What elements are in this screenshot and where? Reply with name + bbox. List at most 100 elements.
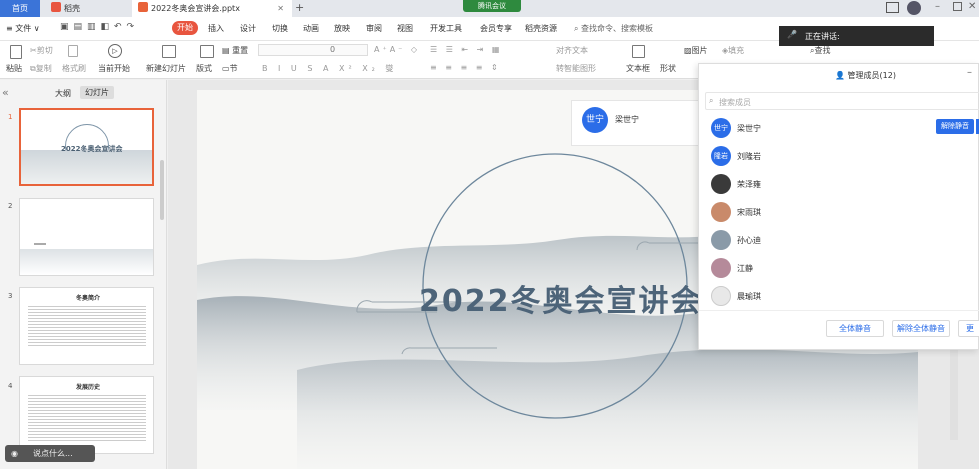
- slide-number: 3: [8, 292, 13, 300]
- layout-button[interactable]: 版式: [196, 63, 212, 74]
- tab-document[interactable]: 2022冬奥会宣讲会.pptx ✕: [132, 0, 292, 17]
- menu-file[interactable]: ≡ 文件 ∨: [6, 23, 40, 34]
- smart-shape-button[interactable]: 转智能图形: [556, 63, 596, 74]
- panel-scrollbar[interactable]: [160, 160, 164, 220]
- member-panel: 👤 管理成员(12) – ⌕ 搜索成员 世宁 梁世宁 解除静音 隆岩 刘隆岩 荣…: [698, 63, 979, 350]
- section-button[interactable]: ▭节: [222, 63, 238, 74]
- slide-number: 2: [8, 202, 13, 210]
- member-name: 梁世宁: [737, 124, 761, 133]
- avatar[interactable]: [907, 1, 921, 15]
- menu-insert[interactable]: 插入: [208, 23, 224, 34]
- layout-slide-icon[interactable]: [200, 45, 214, 58]
- ppt-icon: [138, 2, 148, 12]
- font-size-icons[interactable]: A⁺A⁻ ◇: [374, 45, 420, 54]
- member-search-input[interactable]: ⌕ 搜索成员: [705, 92, 979, 110]
- member-row[interactable]: 宋雨琪: [699, 198, 979, 226]
- member-row[interactable]: 世宁 梁世宁 解除静音: [699, 114, 979, 142]
- menu-transition[interactable]: 切换: [272, 23, 288, 34]
- new-slide-button[interactable]: 新建幻灯片: [146, 63, 186, 74]
- avatar: [711, 230, 731, 250]
- align-icons[interactable]: ≡ ≡ ≡ ≡ ⇕: [430, 63, 501, 72]
- from-current-button[interactable]: 当前开始: [98, 63, 130, 74]
- textbox-icon[interactable]: [632, 45, 645, 58]
- copy-button[interactable]: ⧉复制: [30, 63, 52, 74]
- textbox-button[interactable]: 文本框: [626, 63, 650, 74]
- window-close-icon[interactable]: ✕: [968, 1, 976, 12]
- slide-thumbnail-4[interactable]: 发展历史: [19, 376, 154, 454]
- more-button[interactable]: 更: [958, 320, 979, 337]
- menu-view[interactable]: 视图: [397, 23, 413, 34]
- minimize-icon[interactable]: –: [935, 1, 940, 12]
- menu-design[interactable]: 设计: [240, 23, 256, 34]
- tab-slides[interactable]: 幻灯片: [80, 86, 114, 99]
- shape-button[interactable]: 形状: [660, 63, 676, 74]
- member-panel-title: 👤 管理成员(12): [835, 70, 896, 81]
- avatar: [711, 286, 731, 306]
- slide-thumbnail-2[interactable]: [19, 198, 154, 276]
- picture-button[interactable]: ▨图片: [684, 45, 708, 56]
- font-name-field[interactable]: [258, 44, 368, 56]
- tab-wps[interactable]: 稻壳: [45, 0, 125, 17]
- menu-member[interactable]: 会员专享: [480, 23, 512, 34]
- unmute-all-button[interactable]: 解除全体静音: [892, 320, 950, 337]
- thumb-mountains: [21, 150, 152, 184]
- close-icon[interactable]: ✕: [277, 0, 284, 17]
- copy-label: 复制: [35, 64, 52, 73]
- collapse-panel-icon[interactable]: «: [2, 86, 9, 99]
- menu-docer[interactable]: 稻壳资源: [525, 23, 557, 34]
- slide-panel: « 大纲 幻灯片 1 2022冬奥会宣讲会 2 3 冬奥简介 4 发展历史: [0, 80, 167, 469]
- member-row[interactable]: 隆岩 刘隆岩: [699, 142, 979, 170]
- fill-label: 填充: [728, 46, 745, 55]
- quick-access-icons[interactable]: ▣▤▥◧↶↷: [60, 22, 160, 34]
- member-row[interactable]: 晨瑜琪: [699, 282, 979, 310]
- unmute-button[interactable]: 解除静音: [936, 119, 974, 134]
- member-name: 晨瑜琪: [737, 292, 761, 301]
- slide-title[interactable]: 2022冬奥会宣讲会: [419, 276, 703, 320]
- paste-button[interactable]: 粘贴: [6, 63, 22, 74]
- thumb-text-line: [34, 243, 46, 245]
- member-row[interactable]: 江静: [699, 254, 979, 282]
- chat-hint-bar[interactable]: ◉ 说点什么...: [5, 445, 95, 462]
- tab-home[interactable]: 首页: [0, 0, 40, 17]
- menu-start[interactable]: 开始: [172, 21, 198, 35]
- new-slide-icon[interactable]: [162, 45, 176, 58]
- menu-developer[interactable]: 开发工具: [430, 23, 462, 34]
- member-search-placeholder: 搜索成员: [719, 98, 751, 107]
- slide-thumbnail-1[interactable]: 2022冬奥会宣讲会: [19, 108, 154, 186]
- member-row[interactable]: 孙心迪: [699, 226, 979, 254]
- font-size-field[interactable]: 0: [330, 45, 335, 54]
- font-style-icons[interactable]: B I U S A X² X₂ 燮: [262, 63, 397, 74]
- chat-hint-text: 说点什么...: [33, 449, 73, 458]
- member-row[interactable]: 荣泽雍: [699, 170, 979, 198]
- find-button[interactable]: ⌕查找: [810, 45, 830, 56]
- menu-review[interactable]: 审阅: [366, 23, 382, 34]
- menu-animation[interactable]: 动画: [303, 23, 319, 34]
- thumb-title: 发展历史: [76, 384, 101, 391]
- section-label: 节: [229, 64, 238, 73]
- thumb-title: 2022冬奥会宣讲会: [61, 145, 123, 153]
- tab-document-label: 2022冬奥会宣讲会.pptx: [151, 4, 240, 13]
- layout-icon[interactable]: [886, 2, 899, 13]
- maximize-icon[interactable]: [953, 2, 962, 11]
- member-panel-title-text: 管理成员(12): [847, 71, 896, 80]
- fill-button[interactable]: ◈填充: [722, 45, 744, 56]
- tencent-meeting-badge[interactable]: 腾讯会议: [463, 0, 521, 12]
- paste-icon[interactable]: [10, 45, 22, 59]
- menu-search[interactable]: ⌕ 查找命令、搜索模板: [574, 23, 653, 34]
- new-tab-icon[interactable]: +: [295, 1, 304, 14]
- tab-outline[interactable]: 大纲: [55, 88, 71, 99]
- thumb-text-block: [28, 304, 146, 348]
- panel-minimize-icon[interactable]: –: [967, 67, 972, 78]
- play-icon[interactable]: ▷: [108, 44, 122, 58]
- slide-number: 4: [8, 382, 13, 390]
- thumb-text-block: [28, 393, 146, 443]
- menu-slideshow[interactable]: 放映: [334, 23, 350, 34]
- slide-thumbnail-3[interactable]: 冬奥简介: [19, 287, 154, 365]
- format-painter-icon[interactable]: [68, 45, 78, 57]
- reset-button[interactable]: ▤ 重置: [222, 45, 248, 56]
- mute-all-button[interactable]: 全体静音: [826, 320, 884, 337]
- format-painter-button[interactable]: 格式刷: [62, 63, 86, 74]
- cut-button[interactable]: ✂剪切: [30, 45, 53, 56]
- list-icons[interactable]: ☰ ☰ ⇤ ⇥ ▦: [430, 45, 502, 54]
- align-text-button[interactable]: 对齐文本: [556, 45, 588, 56]
